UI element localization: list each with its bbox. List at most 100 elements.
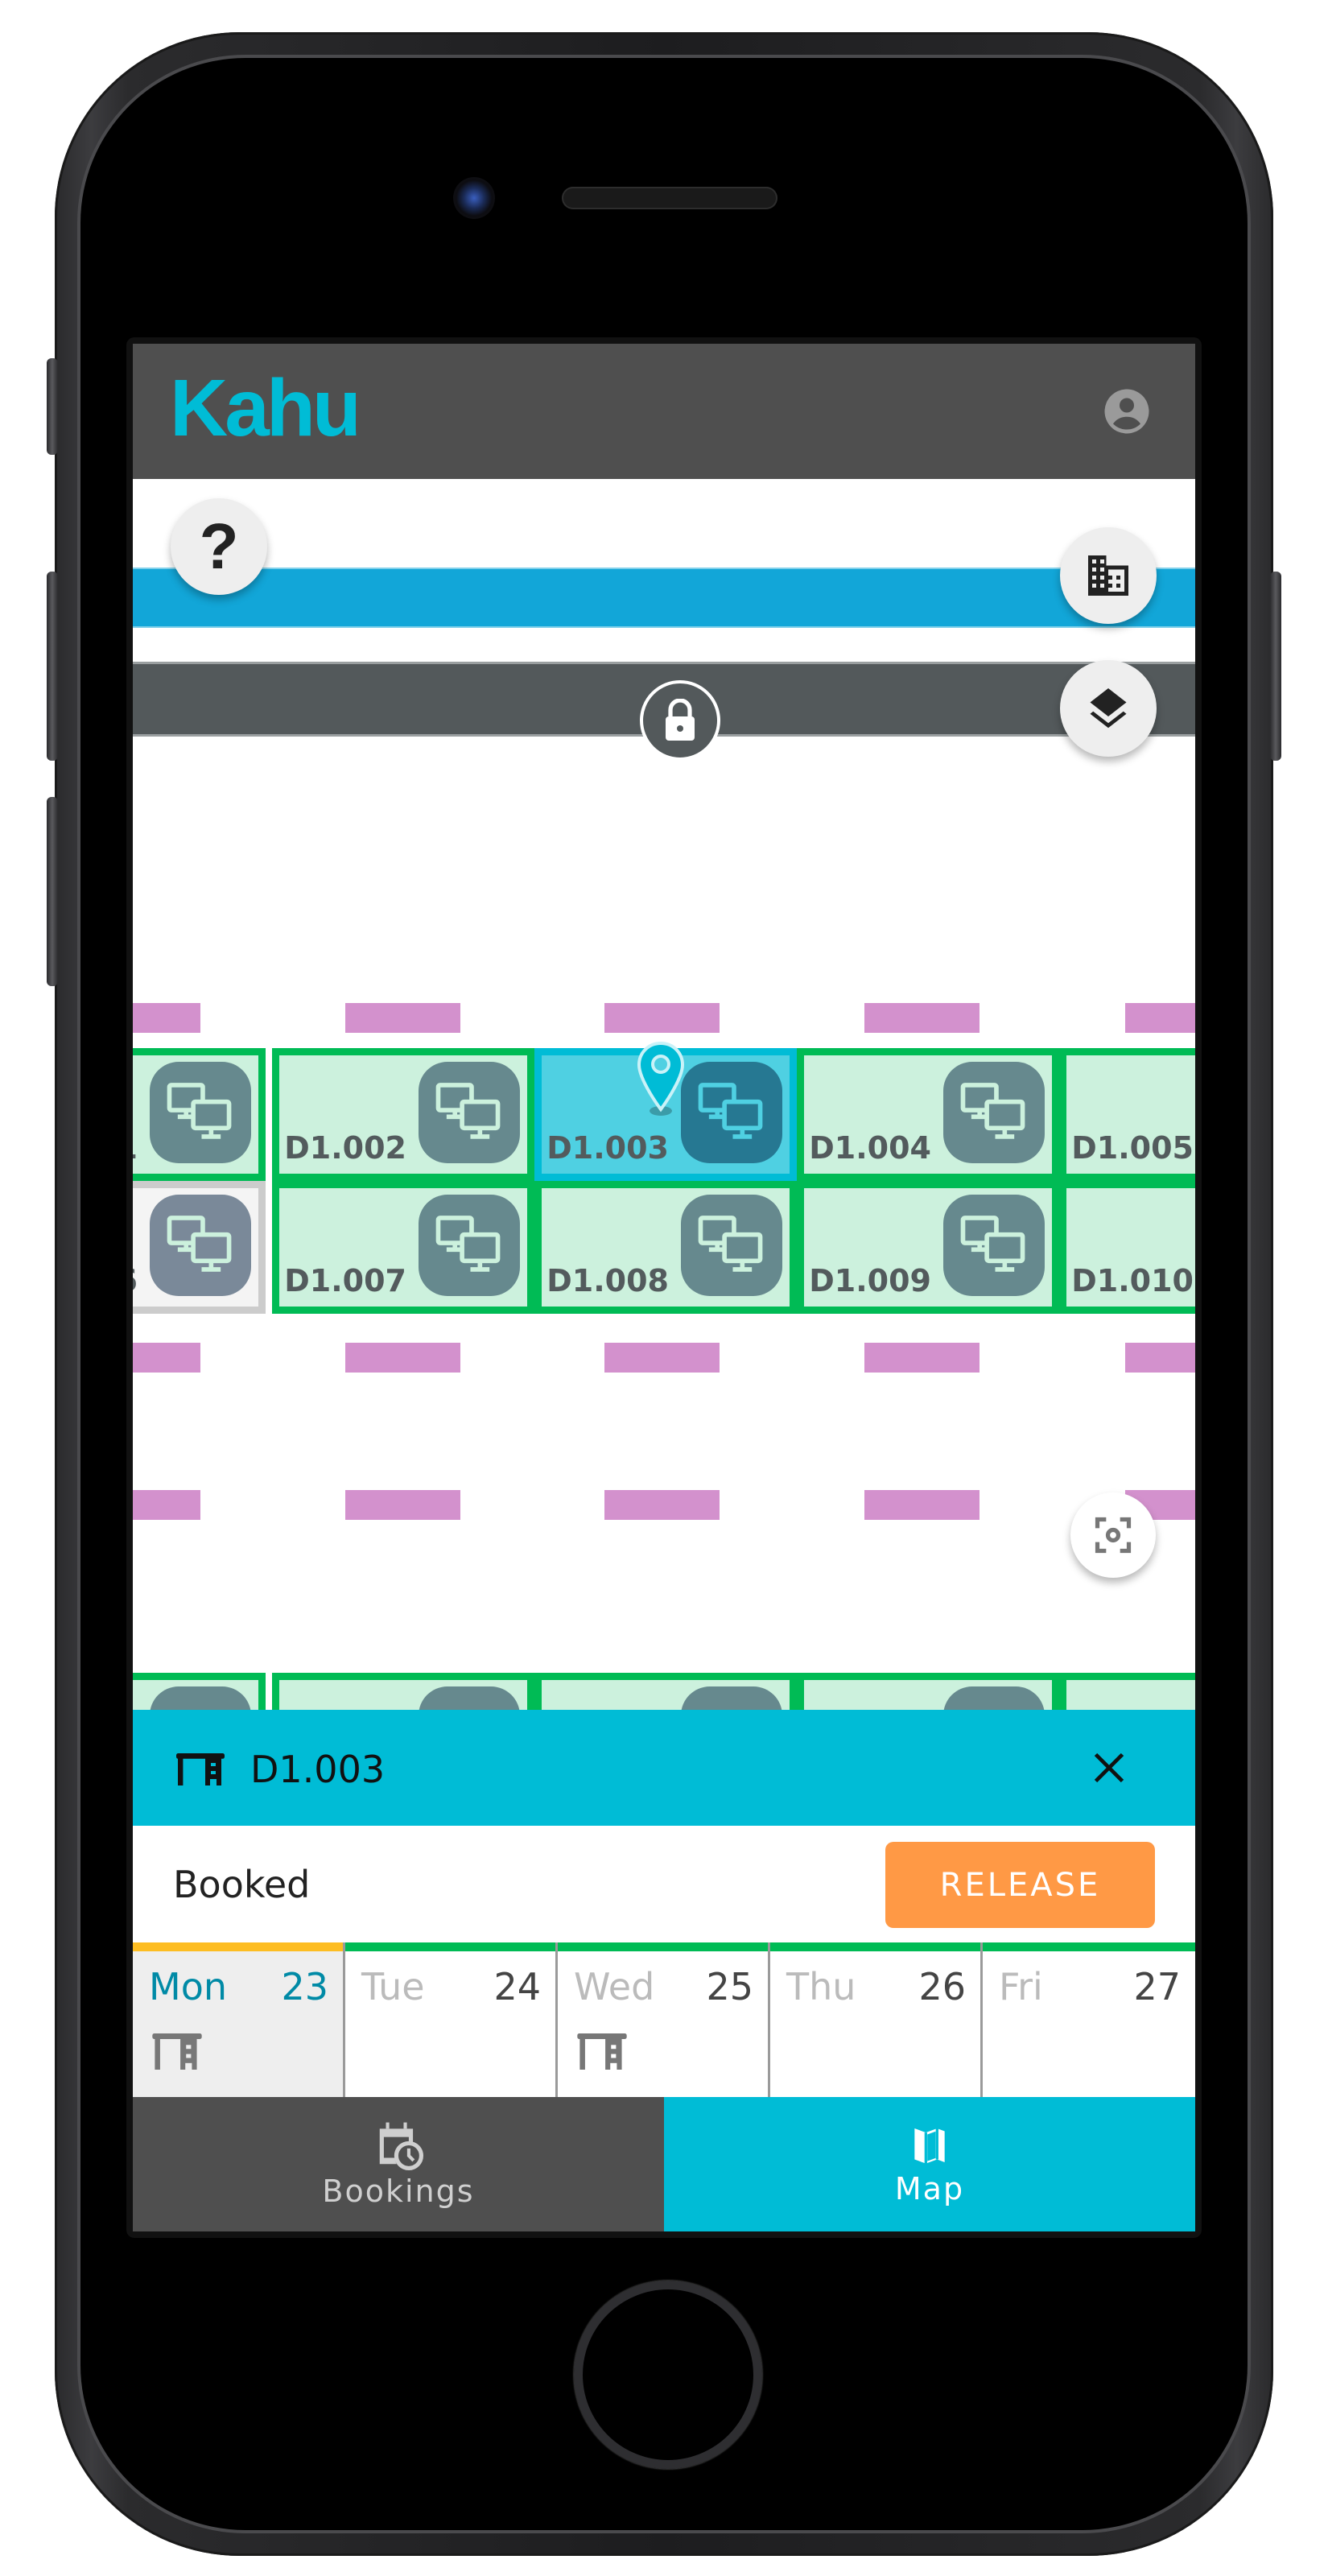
- desk-partial[interactable]: [797, 1673, 1059, 1711]
- desk-d1-008[interactable]: D1.008: [534, 1181, 797, 1314]
- desk-label: D1.004: [809, 1130, 931, 1166]
- desk-d1-004[interactable]: D1.004: [797, 1048, 1059, 1181]
- dual-monitor-icon: [943, 1062, 1045, 1163]
- layers-icon: [1090, 688, 1127, 729]
- release-button[interactable]: RELEASE: [885, 1842, 1155, 1928]
- day-name: Mon: [149, 1965, 227, 2008]
- floor-map[interactable]: ? 1 D1.002 D1.003 D1.004 D1.005 6 D1.007 D1.008…: [133, 479, 1195, 1711]
- day-name: Tue: [361, 1965, 425, 2008]
- dual-monitor-icon: [150, 1062, 251, 1163]
- chair: [864, 1003, 980, 1033]
- day-name: Fri: [999, 1965, 1043, 2008]
- desk-d1-002[interactable]: D1.002: [272, 1048, 534, 1181]
- building-icon: [1088, 555, 1128, 596]
- day-availability-bar: [558, 1942, 768, 1951]
- map-wall-window: [133, 568, 1195, 628]
- desk-icon: [152, 2033, 202, 2070]
- calendar-clock-icon: [379, 2122, 423, 2170]
- close-icon: [1094, 1752, 1124, 1783]
- mute-switch: [47, 358, 58, 455]
- day-number: 27: [1133, 1965, 1181, 2008]
- desk-d1-007[interactable]: D1.007: [272, 1181, 534, 1314]
- day-thu[interactable]: Thu 26: [770, 1942, 983, 2097]
- help-icon: ?: [199, 510, 239, 582]
- dual-monitor-icon: [419, 1062, 520, 1163]
- desk-partial[interactable]: [1059, 1673, 1195, 1711]
- nav-map[interactable]: Map: [664, 2097, 1195, 2231]
- desk-label: D1.009: [809, 1263, 931, 1298]
- desk-partial[interactable]: [534, 1673, 797, 1711]
- power-button: [1270, 572, 1281, 761]
- account-circle-icon[interactable]: [1103, 387, 1151, 436]
- close-panel-button[interactable]: [1087, 1745, 1132, 1790]
- dual-monitor-icon: [419, 1195, 520, 1296]
- desk-partial[interactable]: [272, 1673, 534, 1711]
- home-button[interactable]: [574, 2281, 762, 2469]
- help-button[interactable]: ?: [171, 498, 267, 595]
- day-number: 26: [918, 1965, 966, 2008]
- center-focus-icon: [1095, 1517, 1132, 1554]
- dual-monitor-icon: [150, 1195, 251, 1296]
- desk-label: 1: [133, 1130, 138, 1166]
- day-name: Wed: [574, 1965, 655, 2008]
- desk-d1-001[interactable]: 1: [133, 1048, 266, 1181]
- dual-monitor-icon: [150, 1686, 251, 1711]
- lock-icon[interactable]: [640, 680, 720, 761]
- nav-bookings-label: Bookings: [322, 2173, 475, 2209]
- day-mon[interactable]: Mon 23: [133, 1942, 345, 2097]
- app-screen: Kahu ? 1 D1.002 D1.003 D1.004 D1.005 6 D1.007 D…: [133, 344, 1195, 2231]
- chair: [345, 1343, 460, 1373]
- chair: [1125, 1343, 1195, 1373]
- dual-monitor-icon: [681, 1062, 782, 1163]
- chair: [345, 1003, 460, 1033]
- chair: [133, 1490, 200, 1520]
- selected-desk-name: D1.003: [250, 1748, 386, 1791]
- day-tue[interactable]: Tue 24: [345, 1942, 558, 2097]
- dual-monitor-icon: [943, 1686, 1045, 1711]
- chair: [345, 1490, 460, 1520]
- dual-monitor-icon: [681, 1195, 782, 1296]
- dual-monitor-icon: [681, 1686, 782, 1711]
- recenter-button[interactable]: [1070, 1492, 1156, 1578]
- nav-bookings[interactable]: Bookings: [133, 2097, 664, 2231]
- day-availability-bar: [345, 1942, 555, 1951]
- location-pin-icon: [635, 1040, 687, 1116]
- day-number: 23: [281, 1965, 328, 2008]
- desk-d1-005[interactable]: D1.005: [1059, 1048, 1195, 1181]
- floor-select-button[interactable]: [1060, 527, 1157, 624]
- bottom-nav: Bookings Map: [133, 2097, 1195, 2231]
- day-name: Thu: [786, 1965, 856, 2008]
- desk-label: D1.005: [1071, 1130, 1194, 1166]
- day-availability-bar: [983, 1942, 1195, 1951]
- day-fri[interactable]: Fri 27: [983, 1942, 1195, 2097]
- day-availability-bar: [770, 1942, 980, 1951]
- chair: [133, 1343, 200, 1373]
- volume-down-button: [47, 797, 58, 986]
- kahu-logo[interactable]: Kahu: [170, 368, 361, 448]
- chair: [864, 1343, 980, 1373]
- desk-icon: [176, 1753, 225, 1785]
- front-camera: [453, 177, 495, 219]
- chair: [133, 1003, 200, 1033]
- nav-map-label: Map: [894, 2170, 965, 2207]
- desk-d1-009[interactable]: D1.009: [797, 1181, 1059, 1314]
- desk-partial[interactable]: [133, 1673, 266, 1711]
- app-header: Kahu: [133, 344, 1195, 479]
- earpiece-speaker: [562, 187, 777, 209]
- booking-status-row: Booked RELEASE: [133, 1826, 1195, 1942]
- dual-monitor-icon: [943, 1195, 1045, 1296]
- layers-button[interactable]: [1060, 660, 1157, 757]
- desk-label: D1.002: [284, 1130, 406, 1166]
- desk-d1-006[interactable]: 6: [133, 1181, 266, 1314]
- desk-label: D1.003: [546, 1130, 669, 1166]
- desk-d1-010[interactable]: D1.010: [1059, 1181, 1195, 1314]
- chair: [604, 1343, 720, 1373]
- day-wed[interactable]: Wed 25: [558, 1942, 770, 2097]
- chair: [604, 1490, 720, 1520]
- chair: [604, 1003, 720, 1033]
- desk-label: D1.008: [546, 1263, 669, 1298]
- chair: [1125, 1003, 1195, 1033]
- day-picker: Mon 23 Tue 24 Wed 25 Thu 26 Fri 27: [133, 1942, 1195, 2097]
- day-number: 24: [493, 1965, 541, 2008]
- booking-status: Booked: [173, 1863, 311, 1906]
